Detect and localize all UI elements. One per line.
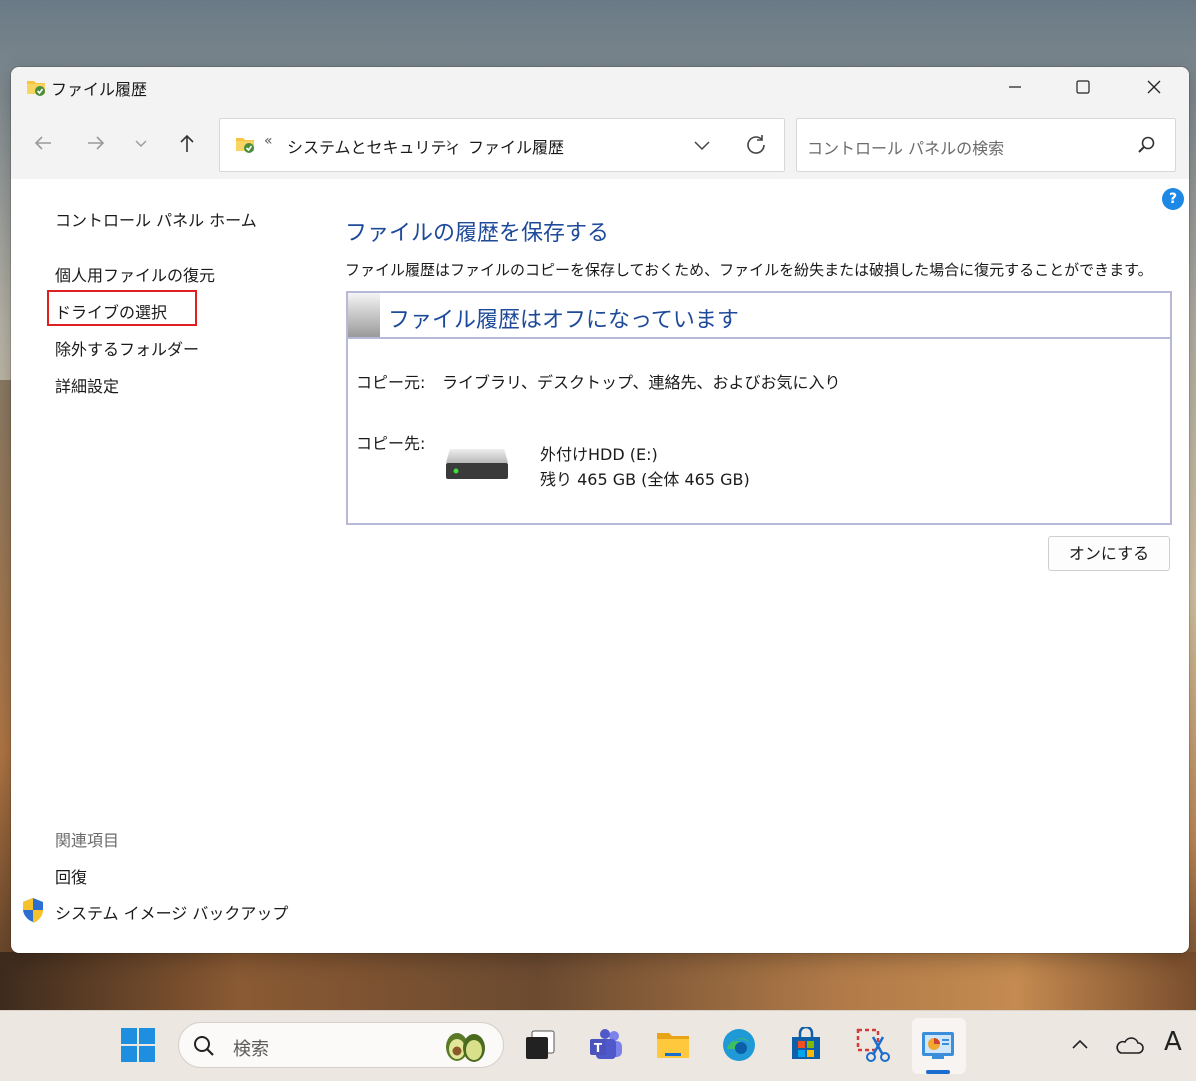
sidebar-item-restore-personal-files[interactable]: 個人用ファイルの復元 (55, 262, 215, 286)
avocado-icon (446, 1033, 485, 1062)
navigation-bar: « システムとセキュリティ › ファイル履歴 コントロール パネルの検索 (11, 107, 1189, 179)
file-history-icon (236, 138, 254, 153)
window-title: ファイル履歴 (51, 80, 148, 99)
taskbar: 検索 T A (0, 1010, 1196, 1081)
source-label: コピー元: (356, 373, 426, 392)
edge-icon[interactable] (721, 1027, 757, 1063)
close-button[interactable] (1119, 67, 1189, 107)
chevron-down-icon[interactable] (690, 133, 714, 157)
recent-locations-button[interactable] (125, 127, 157, 159)
windows-start-icon[interactable] (120, 1027, 156, 1063)
arrow-left-icon (34, 136, 51, 150)
microsoft-store-icon[interactable] (788, 1027, 824, 1063)
related-link-recovery[interactable]: 回復 (55, 864, 87, 888)
svg-text:T: T (594, 1041, 603, 1055)
chevron-down-icon (135, 140, 147, 147)
snipping-tool-icon[interactable] (855, 1027, 891, 1063)
status-title: ファイル履歴はオフになっています (388, 308, 739, 333)
ime-indicator[interactable]: A (1164, 1027, 1182, 1057)
arrow-up-icon (180, 134, 194, 152)
title-bar[interactable]: ファイル履歴 (11, 67, 1189, 107)
sidebar-item-control-panel-home[interactable]: コントロール パネル ホーム (55, 207, 257, 231)
page-title: ファイルの履歴を保存する (345, 221, 610, 246)
maximize-button[interactable] (1048, 67, 1118, 107)
task-view-icon[interactable] (522, 1027, 558, 1063)
refresh-icon[interactable] (743, 132, 769, 158)
drive-space: 残り 465 GB (全体 465 GB) (540, 470, 750, 489)
file-explorer-icon[interactable] (655, 1027, 691, 1063)
minimize-button[interactable] (980, 67, 1050, 107)
help-button[interactable]: ? (1162, 188, 1184, 210)
related-heading: 関連項目 (55, 831, 120, 850)
active-app-indicator (926, 1070, 950, 1074)
close-icon (1147, 80, 1161, 94)
sidebar-item-select-drive[interactable]: ドライブの選択 (55, 299, 167, 323)
wallpaper-bottom (0, 952, 1196, 1010)
breadcrumb-file-history[interactable]: ファイル履歴 (468, 134, 564, 158)
maximize-icon (1076, 80, 1090, 94)
destination-label: コピー先: (356, 434, 426, 453)
search-icon[interactable] (1137, 135, 1157, 155)
drive-name: 外付けHDD (E:) (540, 445, 658, 464)
file-history-window: ファイル履歴 « システムとセキュリティ › ファイル履歴 コントロール パネル… (11, 67, 1189, 953)
search-input[interactable]: コントロール パネルの検索 (807, 135, 1004, 159)
status-header: ファイル履歴はオフになっています (348, 293, 1170, 339)
teams-icon[interactable]: T (588, 1027, 624, 1063)
file-history-icon (27, 81, 45, 96)
source-value: ライブラリ、デスクトップ、連絡先、およびお気に入り (442, 373, 841, 392)
address-overflow[interactable]: « (264, 133, 273, 149)
arrow-right-icon (88, 136, 105, 150)
status-panel: ファイル履歴はオフになっています コピー元: ライブラリ、デスクトップ、連絡先、… (346, 291, 1172, 525)
uac-shield-icon (23, 898, 43, 923)
minimize-icon (1009, 86, 1021, 88)
turn-on-button[interactable]: オンにする (1048, 536, 1170, 571)
breadcrumb-system-security[interactable]: システムとセキュリティ (287, 134, 462, 158)
search-box[interactable]: コントロール パネルの検索 (796, 118, 1176, 172)
sidebar-item-exclude-folders[interactable]: 除外するフォルダー (55, 336, 199, 360)
taskbar-search[interactable]: 検索 (178, 1022, 504, 1068)
chevron-up-icon[interactable] (1068, 1033, 1092, 1057)
breadcrumb-separator[interactable]: › (446, 134, 452, 152)
up-button[interactable] (171, 127, 203, 159)
onedrive-icon[interactable] (1114, 1033, 1144, 1057)
sidebar-item-advanced-settings[interactable]: 詳細設定 (55, 373, 119, 397)
forward-button[interactable] (80, 127, 112, 159)
address-bar[interactable]: « システムとセキュリティ › ファイル履歴 (219, 118, 785, 172)
back-button[interactable] (27, 127, 59, 159)
taskbar-search-text: 検索 (233, 1039, 269, 1060)
hard-drive-icon (446, 449, 508, 479)
related-link-system-image-backup[interactable]: システム イメージ バックアップ (55, 900, 288, 924)
page-description: ファイル履歴はファイルのコピーを保存しておくため、ファイルを紛失または破損した場… (345, 261, 1153, 279)
control-panel-icon[interactable] (920, 1027, 956, 1063)
status-header-gradient (348, 293, 380, 337)
search-icon (194, 1036, 214, 1056)
